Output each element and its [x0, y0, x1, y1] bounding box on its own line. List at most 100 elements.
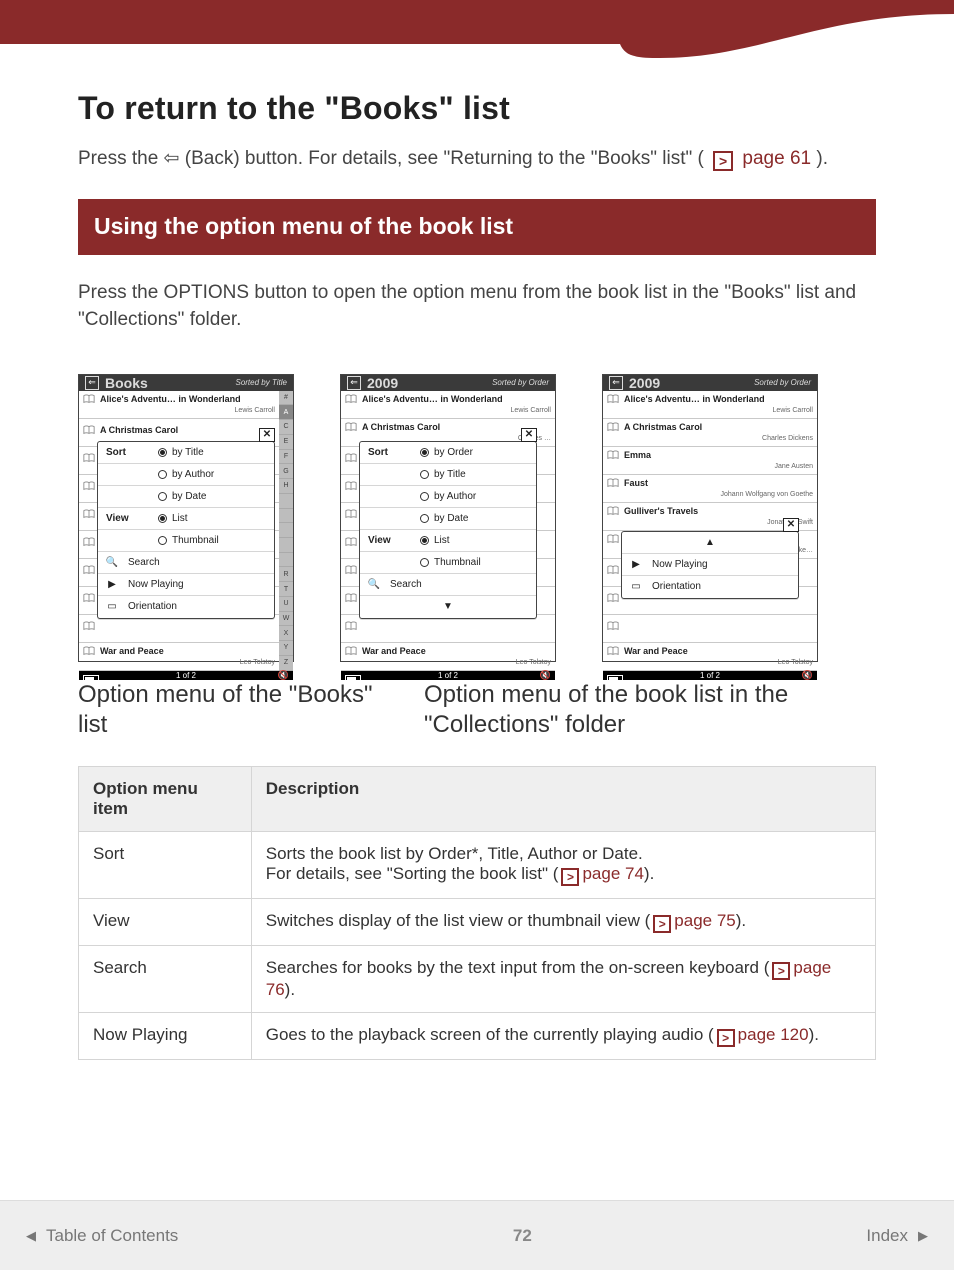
book-row[interactable]: Alice's Adventu… in WonderlandLewis Carr… — [79, 391, 279, 419]
book-row[interactable]: A Christmas CarolCharles Dickens — [603, 419, 817, 447]
book-row[interactable]: War and PeaceLeo Tolstoy — [341, 643, 555, 671]
back-icon[interactable]: ⇐ — [347, 376, 361, 390]
book-row[interactable] — [603, 615, 817, 643]
back-icon[interactable]: ⇐ — [609, 376, 623, 390]
orientation-row[interactable]: ▭Orientation — [622, 576, 798, 598]
book-row[interactable]: Faust Johann Wolfgang von Goethe — [603, 475, 817, 503]
speaker-icon: 🔇 — [278, 670, 289, 681]
book-title: War and Peace — [100, 646, 275, 656]
option-name: View — [79, 898, 252, 945]
now-playing-row[interactable]: ▶Now Playing — [622, 554, 798, 576]
scroll-down-row[interactable]: ▼ — [360, 596, 536, 618]
page-link[interactable]: page 76 — [266, 958, 831, 999]
sort-opt-author[interactable]: by Author — [420, 491, 476, 502]
sort-opt-author[interactable]: by Author — [158, 469, 214, 480]
options-popover: ✕ ▲ ▶Now Playing ▭Orientation — [621, 531, 799, 599]
toc-button[interactable]: ◀Table of Contents — [26, 1226, 178, 1246]
index-letter[interactable] — [279, 553, 293, 568]
option-name: Now Playing — [79, 1012, 252, 1059]
link-icon: > — [713, 151, 733, 171]
index-letter[interactable]: U — [279, 597, 293, 612]
book-row[interactable] — [79, 615, 279, 643]
caption-collections: Option menu of the book list in the "Col… — [424, 680, 864, 740]
option-name: Search — [79, 945, 252, 1012]
index-letter[interactable] — [279, 538, 293, 553]
search-row[interactable]: 🔍Search — [98, 552, 274, 574]
page-link[interactable]: page 61 — [742, 148, 811, 169]
screen-title: Books — [105, 375, 229, 391]
device-titlebar: ⇐ 2009 Sorted by Order — [603, 375, 817, 391]
index-letter[interactable]: X — [279, 626, 293, 641]
alpha-index[interactable]: #ACEFGH RTUWXYZ — [279, 391, 293, 671]
link-icon: > — [717, 1029, 735, 1047]
book-row[interactable]: Alice's Adventu… in WonderlandLewis Carr… — [341, 391, 555, 419]
sort-label: Sort — [106, 447, 148, 458]
link-icon: > — [653, 915, 671, 933]
sort-opt-date[interactable]: by Date — [420, 513, 468, 524]
index-letter[interactable]: Y — [279, 641, 293, 656]
page-link[interactable]: page 74 — [582, 864, 643, 883]
index-letter[interactable] — [279, 494, 293, 509]
book-icon — [83, 565, 95, 575]
index-letter[interactable]: R — [279, 567, 293, 582]
index-letter[interactable]: # — [279, 391, 293, 406]
view-opt-list[interactable]: List — [420, 535, 450, 546]
view-label: View — [368, 535, 410, 546]
book-row[interactable]: Alice's Adventu… in WonderlandLewis Carr… — [603, 391, 817, 419]
index-letter[interactable]: F — [279, 450, 293, 465]
book-author: Charles Dickens — [607, 435, 813, 442]
screen-title: 2009 — [629, 375, 748, 391]
book-author: Johann Wolfgang von Goethe — [607, 491, 813, 498]
screen-title: 2009 — [367, 375, 486, 391]
link-icon: > — [772, 962, 790, 980]
page-indicator: 1 of 2 — [438, 671, 458, 680]
book-icon — [83, 481, 95, 491]
view-opt-list[interactable]: List — [158, 513, 188, 524]
speaker-icon: 🔇 — [540, 670, 551, 681]
book-author: Lewis Carroll — [607, 407, 813, 414]
index-letter[interactable]: C — [279, 420, 293, 435]
book-row[interactable]: EmmaJane Austen — [603, 447, 817, 475]
index-letter[interactable]: E — [279, 435, 293, 450]
device-footer: 1 of 2 🔇 — [603, 671, 817, 680]
index-letter[interactable]: H — [279, 479, 293, 494]
close-icon[interactable]: ✕ — [521, 428, 537, 442]
book-icon — [607, 478, 619, 488]
book-title: Gulliver's Travels — [624, 506, 813, 516]
close-icon[interactable]: ✕ — [259, 428, 275, 442]
book-author: Lewis Carroll — [345, 407, 551, 414]
now-playing-row[interactable]: ▶Now Playing — [98, 574, 274, 596]
book-icon — [345, 394, 357, 404]
search-row[interactable]: 🔍Search — [360, 574, 536, 596]
page-link[interactable]: page 75 — [674, 911, 735, 930]
view-opt-thumb[interactable]: Thumbnail — [158, 535, 219, 546]
book-row[interactable] — [341, 615, 555, 643]
book-title: Alice's Adventu… in Wonderland — [100, 394, 275, 404]
view-opt-thumb[interactable]: Thumbnail — [420, 557, 481, 568]
book-row[interactable]: War and PeaceLeo Tolstoy — [79, 643, 279, 671]
sort-opt-title[interactable]: by Title — [158, 447, 204, 458]
close-icon[interactable]: ✕ — [783, 518, 799, 532]
sort-opt-order[interactable]: by Order — [420, 447, 473, 458]
sort-opt-date[interactable]: by Date — [158, 491, 206, 502]
book-row[interactable]: War and PeaceLeo Tolstoy — [603, 643, 817, 671]
index-letter[interactable]: G — [279, 464, 293, 479]
orientation-row[interactable]: ▭Orientation — [98, 596, 274, 618]
book-title: Faust — [624, 478, 813, 488]
scroll-up-row[interactable]: ▲ — [622, 532, 798, 554]
index-letter[interactable]: W — [279, 612, 293, 627]
link-icon: > — [561, 868, 579, 886]
index-letter[interactable]: A — [279, 405, 293, 420]
index-letter[interactable]: Z — [279, 656, 293, 671]
index-letter[interactable] — [279, 523, 293, 538]
sort-opt-title[interactable]: by Title — [420, 469, 466, 480]
table-row: SortSorts the book list by Order*, Title… — [79, 831, 876, 898]
back-icon[interactable]: ⇐ — [85, 376, 99, 390]
index-letter[interactable] — [279, 509, 293, 524]
view-label: View — [106, 513, 148, 524]
index-letter[interactable]: T — [279, 582, 293, 597]
intro-paragraph-options: Press the OPTIONS button to open the opt… — [78, 279, 876, 334]
book-author: Leo Tolstoy — [607, 659, 813, 666]
index-button[interactable]: Index▶ — [866, 1226, 928, 1246]
page-link[interactable]: page 120 — [738, 1025, 809, 1044]
